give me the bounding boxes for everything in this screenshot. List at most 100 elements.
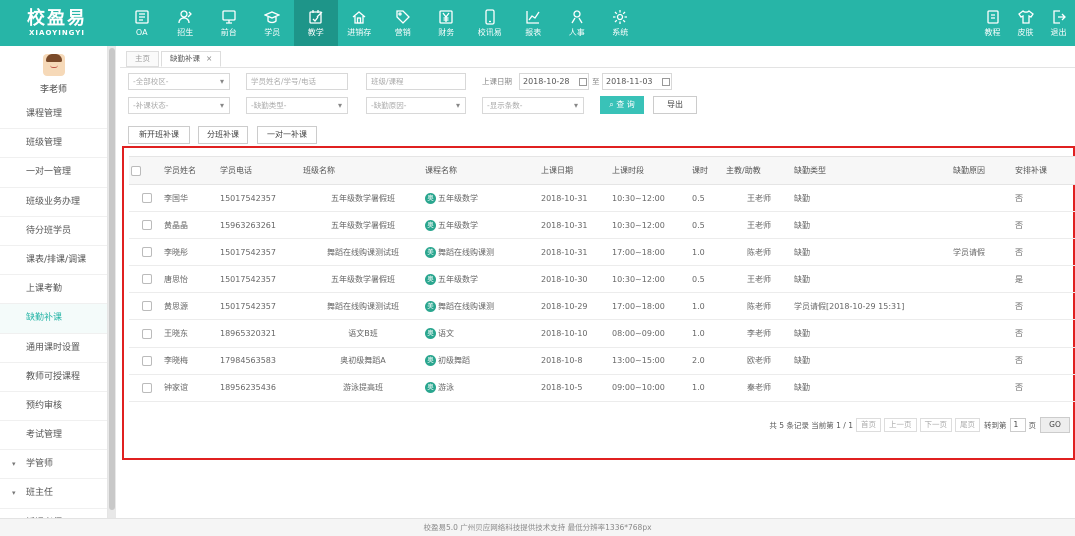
table-row[interactable]: 唐思怡 15017542357 五年级数学暑假班奥五年级数学 2018-10-30 10…: [129, 265, 1075, 294]
sidebar-item[interactable]: 缺勤补课: [0, 304, 107, 334]
logo[interactable]: 校盈易 XIAOYINGYI: [0, 0, 114, 46]
sidebar-item[interactable]: 一对一管理: [0, 158, 107, 188]
table-row[interactable]: 李晓彤 15017542357 舞蹈在线购课测试班美舞蹈在线购课测 2018-10-3…: [129, 238, 1075, 267]
skin-button[interactable]: 皮肤: [1009, 0, 1042, 46]
cell-name[interactable]: 唐思怡: [162, 265, 218, 294]
cell-date: 2018-10-31: [539, 211, 610, 240]
table-row[interactable]: 李国华 15017542357 五年级数学暑假班奥五年级数学 2018-10-31 10…: [129, 184, 1075, 213]
split-class-makeup-button[interactable]: 分班补课: [198, 126, 248, 144]
col-header: 缺勤类型: [792, 156, 951, 185]
cell-name[interactable]: 黄晶晶: [162, 211, 218, 240]
cell-course-name: 奥游泳: [423, 374, 539, 402]
sidebar-item[interactable]: 上课考勤: [0, 275, 107, 305]
nav-hr[interactable]: 人事: [555, 0, 599, 46]
tutorial-button[interactable]: 教程: [976, 0, 1009, 46]
table-row[interactable]: 黄晶晶 15963263261 五年级数学暑假班奥五年级数学 2018-10-31 10…: [129, 211, 1075, 240]
nav-enroll[interactable]: 招生: [164, 0, 208, 46]
sidebar-item[interactable]: ▾ 班主任: [0, 479, 107, 509]
nav-oa[interactable]: OA: [120, 0, 164, 46]
row-checkbox[interactable]: [141, 382, 152, 393]
cell-makeup-status: 否: [1013, 238, 1075, 267]
nav-students[interactable]: 学员: [251, 0, 295, 46]
course-label: 舞蹈在线购课测: [438, 247, 494, 257]
nav-front-desk[interactable]: 前台: [207, 0, 251, 46]
nav-finance[interactable]: 财务: [425, 0, 469, 46]
logout-button[interactable]: 退出: [1042, 0, 1075, 46]
nav-inventory[interactable]: 进销存: [338, 0, 382, 46]
last-page-button[interactable]: 尾页: [955, 418, 980, 432]
nav-teaching[interactable]: 教学: [294, 0, 338, 46]
sidebar-item[interactable]: 课表/排课/调课: [0, 246, 107, 276]
nav-marketing[interactable]: 营销: [381, 0, 425, 46]
cell-absence-reason: [951, 319, 1013, 348]
date-from-input[interactable]: 2018-10-28: [519, 73, 589, 90]
first-page-button[interactable]: 首页: [856, 418, 881, 432]
student-search-input[interactable]: 学员姓名/学号/电话: [246, 73, 348, 90]
sidebar-scrollbar[interactable]: [108, 46, 116, 518]
next-page-button[interactable]: 下一页: [919, 418, 952, 432]
sidebar-item[interactable]: 课程管理: [0, 100, 107, 130]
row-checkbox[interactable]: [141, 274, 152, 285]
course-badge-icon: 美: [425, 246, 436, 258]
tab-absence-makeup[interactable]: 缺勤补课 ×: [161, 51, 222, 67]
campus-select[interactable]: -全部校区-: [128, 73, 230, 90]
sidebar-item[interactable]: 待分班学员: [0, 217, 107, 246]
sidebar-item-label: 班级业务办理: [26, 196, 81, 207]
nav-reports[interactable]: 报表: [512, 0, 556, 46]
nav-messaging[interactable]: 校讯易: [468, 0, 512, 46]
go-button[interactable]: GO: [1040, 417, 1070, 433]
sidebar-item[interactable]: 班级业务办理: [0, 188, 107, 217]
cell-name[interactable]: 钟家谊: [162, 374, 218, 402]
logo-subtext: XIAOYINGYI: [29, 28, 85, 37]
cell-class-name: 五年级数学暑假班: [301, 184, 423, 213]
avatar[interactable]: [42, 54, 65, 76]
row-checkbox[interactable]: [141, 193, 152, 204]
row-checkbox[interactable]: [141, 301, 152, 312]
sidebar-item[interactable]: ▾授课老师: [0, 509, 107, 519]
sidebar-item[interactable]: 通用课时设置: [0, 334, 107, 363]
close-icon[interactable]: ×: [206, 54, 212, 63]
class-course-input[interactable]: 班级/课程: [366, 73, 466, 90]
prev-page-button[interactable]: 上一页: [884, 418, 917, 432]
sidebar-item[interactable]: 考试管理: [0, 421, 107, 451]
cell-name[interactable]: 黄思源: [162, 292, 218, 321]
scrollbar-thumb[interactable]: [109, 48, 115, 510]
monitor-icon: [222, 9, 236, 24]
cell-name[interactable]: 李晓梅: [162, 347, 218, 375]
query-button[interactable]: ⌕ 查 询: [600, 96, 644, 114]
show-count-select[interactable]: -显示条数-: [482, 97, 584, 114]
tab-home[interactable]: 主页: [126, 51, 159, 67]
calendar-icon[interactable]: [662, 78, 670, 86]
calendar-icon[interactable]: [579, 78, 587, 86]
one-on-one-makeup-button[interactable]: 一对一补课: [257, 126, 317, 144]
cell-phone: 15017542357: [218, 184, 301, 213]
absence-reason-select[interactable]: -缺勤原因-: [366, 97, 466, 114]
col-header: 学员姓名: [162, 156, 218, 185]
cell-name[interactable]: 李国华: [162, 184, 218, 213]
sidebar-item[interactable]: 班级管理: [0, 129, 107, 159]
table-row[interactable]: 王晓东 18965320321 语文B班奥语文 2018-10-10 08:00~09:…: [129, 319, 1075, 348]
cell-name[interactable]: 王晓东: [162, 319, 218, 348]
date-to-input[interactable]: 2018-11-03: [602, 73, 672, 90]
new-class-makeup-button[interactable]: 新开班补课: [128, 126, 190, 144]
absence-table: 学员姓名 学员电话 班级名称 课程名称 上课日期 上课时段 课时 主教/助教 缺…: [129, 156, 1075, 402]
sidebar-item[interactable]: 教师可授课程: [0, 363, 107, 392]
makeup-status-select[interactable]: -补课状态-: [128, 97, 230, 114]
table-row[interactable]: 李晓梅 17984563583 奥初级舞蹈A 奥初级舞蹈 2018-10-8 13:00~…: [129, 347, 1075, 375]
absence-type-select[interactable]: -缺勤类型-: [246, 97, 348, 114]
cell-time-slot: 17:00~18:00: [610, 238, 690, 267]
cell-name[interactable]: 李晓彤: [162, 238, 218, 267]
table-row[interactable]: 黄思源 15017542357 舞蹈在线购课测试班美舞蹈在线购课测 2018-10-2…: [129, 292, 1075, 321]
sidebar-item[interactable]: ▾ 学管师: [0, 450, 107, 480]
row-checkbox[interactable]: [141, 328, 152, 339]
sidebar-item[interactable]: 预约审核: [0, 392, 107, 422]
row-checkbox[interactable]: [141, 355, 152, 366]
enroll-icon: [178, 9, 193, 23]
row-checkbox[interactable]: [141, 220, 152, 231]
table-row[interactable]: 钟家谊 18956235436 游泳提高班奥游泳 2018-10-5 09:00~10:…: [129, 374, 1075, 402]
row-checkbox[interactable]: [141, 247, 152, 258]
select-all-checkbox[interactable]: [131, 165, 141, 176]
export-button[interactable]: 导出: [653, 96, 697, 114]
page-input[interactable]: 1: [1009, 418, 1026, 432]
nav-system[interactable]: 系统: [599, 0, 643, 46]
